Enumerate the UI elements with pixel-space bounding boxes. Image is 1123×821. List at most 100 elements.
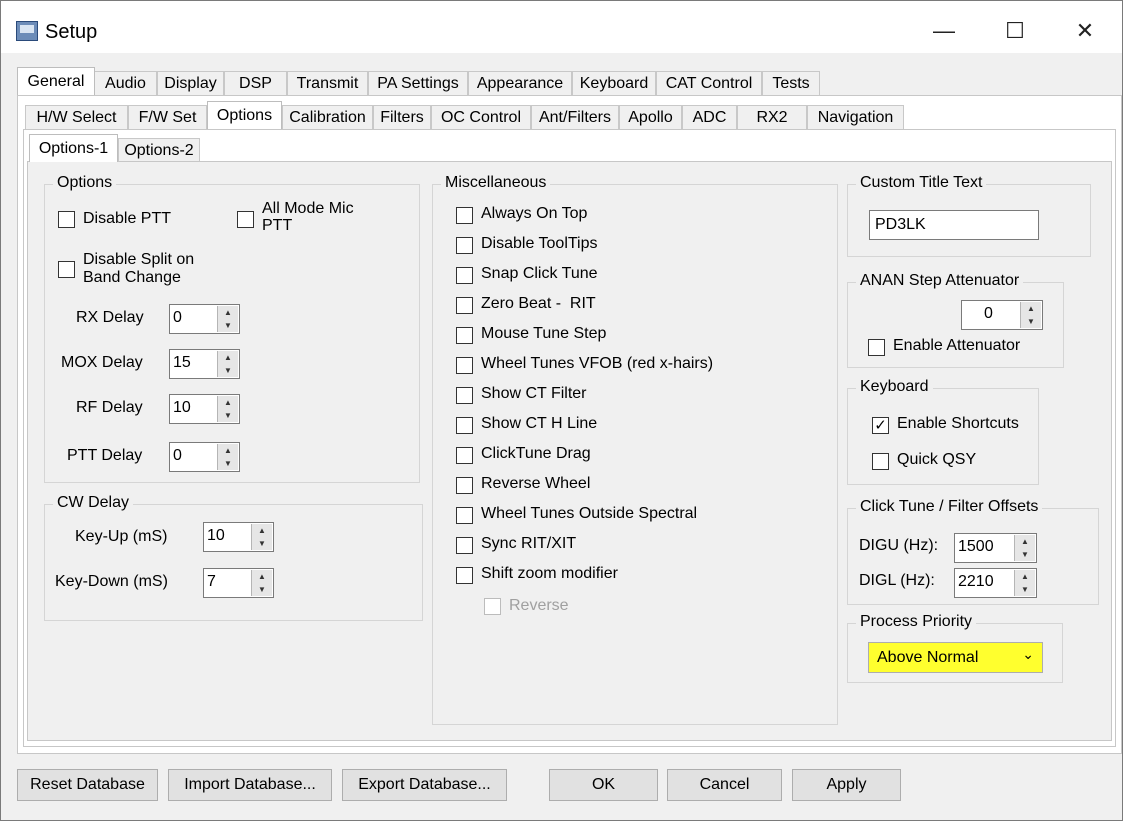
cancel-button[interactable]: Cancel — [667, 769, 782, 801]
custom-title-group-title: Custom Title Text — [856, 174, 987, 192]
ok-button[interactable]: OK — [549, 769, 658, 801]
tab-apollo[interactable]: Apollo — [619, 105, 682, 130]
misc-checkbox[interactable] — [456, 507, 473, 524]
digu-spinner[interactable]: ▲ ▼ — [1014, 535, 1035, 561]
tab-options-2[interactable]: Options-2 — [118, 138, 200, 163]
ptt-delay-input[interactable]: 0 ▲ ▼ — [169, 442, 240, 472]
rx-delay-input[interactable]: 0 ▲ ▼ — [169, 304, 240, 334]
spin-down-icon[interactable]: ▼ — [1015, 583, 1035, 596]
tab-options[interactable]: Options — [207, 101, 282, 129]
apply-button[interactable]: Apply — [792, 769, 901, 801]
ptt-delay-spinner[interactable]: ▲ ▼ — [217, 444, 238, 470]
tab-pa-settings[interactable]: PA Settings — [368, 71, 468, 96]
misc-checkbox[interactable] — [456, 417, 473, 434]
spin-down-icon[interactable]: ▼ — [1015, 548, 1035, 561]
spin-up-icon[interactable]: ▲ — [218, 444, 238, 458]
reverse-zoom-checkbox[interactable] — [484, 598, 501, 615]
misc-label: Sync RIT/XIT — [481, 535, 577, 552]
tab-cat-control[interactable]: CAT Control — [656, 71, 762, 96]
spin-up-icon[interactable]: ▲ — [252, 524, 272, 538]
tab-tests[interactable]: Tests — [762, 71, 820, 96]
tab-fw-set[interactable]: F/W Set — [128, 105, 207, 130]
misc-checkbox[interactable] — [456, 237, 473, 254]
spin-up-icon[interactable]: ▲ — [1021, 302, 1041, 316]
misc-checkbox[interactable] — [456, 447, 473, 464]
all-mode-mic-ptt-checkbox[interactable] — [237, 211, 254, 228]
spin-down-icon[interactable]: ▼ — [1021, 315, 1041, 328]
rf-delay-spinner[interactable]: ▲ ▼ — [217, 396, 238, 422]
tab-general[interactable]: General — [17, 67, 95, 95]
all-mode-mic-ptt-label: All Mode Mic PTT — [262, 200, 354, 234]
key-up-input[interactable]: 10 ▲ ▼ — [203, 522, 274, 552]
quick-qsy-checkbox[interactable] — [872, 453, 889, 470]
misc-checkbox[interactable] — [456, 357, 473, 374]
tab-audio[interactable]: Audio — [94, 71, 157, 96]
key-down-spinner[interactable]: ▲ ▼ — [251, 570, 272, 596]
app-icon — [16, 21, 38, 41]
spin-up-icon[interactable]: ▲ — [1015, 535, 1035, 549]
misc-checkbox[interactable] — [456, 477, 473, 494]
spin-up-icon[interactable]: ▲ — [252, 570, 272, 584]
digu-input[interactable]: 1500 ▲ ▼ — [954, 533, 1037, 563]
tab-rx2[interactable]: RX2 — [737, 105, 807, 130]
import-database-button[interactable]: Import Database... — [168, 769, 332, 801]
tab-display[interactable]: Display — [157, 71, 224, 96]
spin-down-icon[interactable]: ▼ — [218, 457, 238, 470]
tab-calibration[interactable]: Calibration — [282, 105, 373, 130]
disable-split-checkbox[interactable] — [58, 261, 75, 278]
tab-options-1[interactable]: Options-1 — [29, 134, 118, 162]
tab-oc-control[interactable]: OC Control — [431, 105, 531, 130]
misc-checkbox[interactable] — [456, 567, 473, 584]
attenuator-value: 0 — [984, 305, 993, 322]
digl-spinner[interactable]: ▲ ▼ — [1014, 570, 1035, 596]
attenuator-spinner[interactable]: ▲ ▼ — [1020, 302, 1041, 328]
maximize-button[interactable]: ☐ — [980, 9, 1050, 53]
reverse-zoom-label: Reverse — [509, 597, 569, 614]
spin-down-icon[interactable]: ▼ — [218, 364, 238, 377]
tab-ant-filters[interactable]: Ant/Filters — [531, 105, 619, 130]
tab-adc[interactable]: ADC — [682, 105, 737, 130]
close-button[interactable]: ✕ — [1050, 9, 1120, 53]
spin-down-icon[interactable]: ▼ — [218, 409, 238, 422]
spin-down-icon[interactable]: ▼ — [252, 537, 272, 550]
export-database-button[interactable]: Export Database... — [342, 769, 507, 801]
misc-checkbox[interactable] — [456, 387, 473, 404]
disable-ptt-checkbox[interactable] — [58, 211, 75, 228]
spin-up-icon[interactable]: ▲ — [218, 396, 238, 410]
key-up-spinner[interactable]: ▲ ▼ — [251, 524, 272, 550]
chevron-down-icon[interactable]: ⌄ — [1022, 646, 1034, 663]
process-priority-select[interactable]: Above Normal ⌄ — [868, 642, 1043, 673]
misc-checkbox[interactable] — [456, 267, 473, 284]
custom-title-input[interactable]: PD3LK — [869, 210, 1039, 240]
tab-keyboard[interactable]: Keyboard — [572, 71, 656, 96]
digl-input[interactable]: 2210 ▲ ▼ — [954, 568, 1037, 598]
rf-delay-input[interactable]: 10 ▲ ▼ — [169, 394, 240, 424]
enable-shortcuts-checkbox[interactable]: ✓ — [872, 417, 889, 434]
tab-appearance[interactable]: Appearance — [468, 71, 572, 96]
mox-delay-spinner[interactable]: ▲ ▼ — [217, 351, 238, 377]
reset-database-button[interactable]: Reset Database — [17, 769, 158, 801]
spin-up-icon[interactable]: ▲ — [218, 306, 238, 320]
misc-checkbox[interactable] — [456, 537, 473, 554]
spin-up-icon[interactable]: ▲ — [1015, 570, 1035, 584]
all-mode-mic-line2: PTT — [262, 217, 293, 234]
tab-dsp[interactable]: DSP — [224, 71, 287, 96]
misc-checkbox[interactable] — [456, 327, 473, 344]
mox-delay-input[interactable]: 15 ▲ ▼ — [169, 349, 240, 379]
disable-split-line2: Band Change — [83, 269, 181, 286]
spin-down-icon[interactable]: ▼ — [218, 319, 238, 332]
spin-down-icon[interactable]: ▼ — [252, 583, 272, 596]
title-bar[interactable]: Setup — ☐ ✕ — [1, 1, 1122, 53]
spin-up-icon[interactable]: ▲ — [218, 351, 238, 365]
tab-hw-select[interactable]: H/W Select — [25, 105, 128, 130]
key-down-input[interactable]: 7 ▲ ▼ — [203, 568, 274, 598]
attenuator-input[interactable]: 0 ▲ ▼ — [961, 300, 1043, 330]
misc-checkbox[interactable] — [456, 297, 473, 314]
tab-transmit[interactable]: Transmit — [287, 71, 368, 96]
tab-navigation[interactable]: Navigation — [807, 105, 904, 130]
minimize-button[interactable]: — — [909, 9, 979, 53]
enable-attenuator-checkbox[interactable] — [868, 339, 885, 356]
misc-checkbox[interactable] — [456, 207, 473, 224]
tab-filters[interactable]: Filters — [373, 105, 431, 130]
rx-delay-spinner[interactable]: ▲ ▼ — [217, 306, 238, 332]
